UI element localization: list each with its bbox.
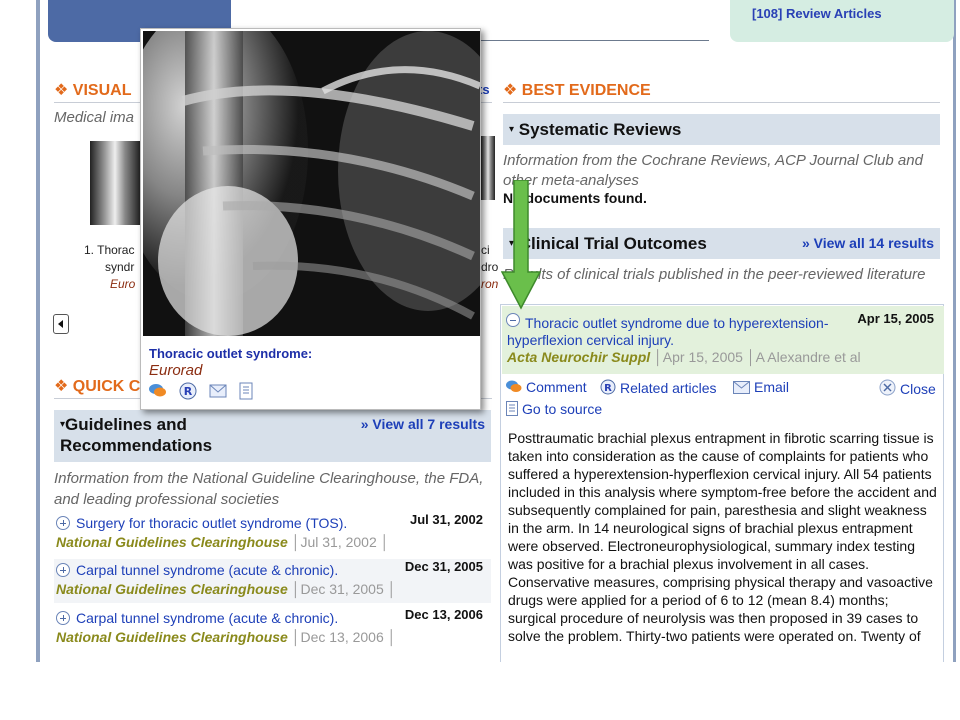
email-label: Email (754, 379, 790, 395)
guideline-title-link[interactable]: Surgery for thoracic outlet syndrome (TO… (76, 515, 347, 531)
guideline-meta: National Guidelines Clearinghouse │Dec 3… (56, 581, 397, 597)
visual-caption-2-line2: dro (481, 260, 499, 274)
svg-text:R: R (604, 383, 612, 394)
visual-caption-1-line1: 1. Thorac (84, 243, 135, 257)
guidelines-header: ▾Guidelines and Recommendations » View a… (54, 410, 491, 462)
guideline-source: National Guidelines Clearinghouse (56, 534, 288, 550)
guideline-title-link[interactable]: Carpal tunnel syndrome (acute & chronic)… (76, 562, 338, 578)
clinical-trials-label: Clinical Trial Outcomes (518, 234, 707, 253)
systematic-description: Information from the Cochrane Reviews, A… (503, 152, 923, 189)
systematic-reviews-label: Systematic Reviews (518, 120, 682, 139)
quick-section-title: ❖ QUICK C (54, 378, 141, 395)
related-articles-icon: R (600, 379, 616, 395)
best-evidence-rule (503, 102, 940, 103)
expand-plus-icon[interactable] (56, 516, 70, 530)
article-title-link[interactable]: Thoracic outlet syndrome due to hyperext… (507, 315, 862, 349)
article-journal: Acta Neurochir Suppl (507, 349, 651, 365)
document-icon (506, 401, 518, 416)
guideline-item: Surgery for thoracic outlet syndrome (TO… (54, 512, 491, 556)
guidelines-view-all-link[interactable]: » View all 7 results (361, 416, 485, 432)
expand-plus-icon[interactable] (56, 611, 70, 625)
guideline-meta-date: Dec 13, 2006 (300, 629, 384, 645)
clinical-trials-header: ▾ Clinical Trial Outcomes » View all 14 … (503, 228, 940, 259)
guideline-item: Carpal tunnel syndrome (acute & chronic)… (54, 559, 491, 603)
guideline-date: Jul 31, 2002 (410, 512, 483, 527)
guidelines-header-title[interactable]: ▾Guidelines and Recommendations (60, 414, 212, 456)
guidelines-title-line2: Recommendations (60, 436, 213, 455)
comment-icon (506, 380, 522, 392)
visual-thumbnail-1[interactable] (90, 141, 140, 225)
carousel-prev-button[interactable] (53, 314, 69, 334)
visual-thumbnail-2[interactable] (481, 136, 495, 200)
clinical-view-all-link[interactable]: » View all 14 results (802, 235, 934, 251)
expand-plus-icon[interactable] (56, 563, 70, 577)
article-date: Apr 15, 2005 (857, 311, 934, 326)
systematic-reviews-title[interactable]: ▾ Systematic Reviews (509, 119, 681, 140)
guideline-source: National Guidelines Clearinghouse (56, 629, 288, 645)
comment-icon[interactable] (149, 382, 167, 400)
visual-caption-1-line2: syndr (105, 260, 135, 274)
guidelines-description: Information from the National Guideline … (54, 470, 484, 508)
guideline-source: National Guidelines Clearinghouse (56, 581, 288, 597)
guideline-meta: National Guidelines Clearinghouse │Jul 3… (56, 534, 390, 550)
visual-description: Medical ima (54, 109, 135, 126)
popup-source: Eurorad (149, 362, 203, 379)
xray-graphic (143, 31, 480, 336)
visual-source-1: Euro (110, 277, 136, 291)
email-icon (733, 381, 750, 394)
guideline-item: Carpal tunnel syndrome (acute & chronic)… (54, 607, 491, 651)
go-to-source-label: Go to source (522, 401, 603, 417)
page-frame-right (953, 0, 956, 662)
close-label: Close (900, 381, 936, 397)
go-to-source-button[interactable]: Go to source (506, 401, 602, 417)
visual-source-2: ron (481, 277, 499, 291)
related-articles-label: Related articles (620, 380, 717, 396)
article-authors: A Alexandre et al (755, 349, 861, 365)
article-detail-header: Thoracic outlet syndrome due to hyperext… (502, 306, 944, 374)
best-evidence-title: ❖ BEST EVIDENCE (503, 82, 651, 99)
guideline-meta-date: Dec 31, 2005 (300, 581, 384, 597)
comment-label: Comment (526, 379, 587, 395)
xray-image[interactable] (143, 31, 480, 336)
email-button[interactable]: Email (733, 379, 789, 395)
guidelines-title-line1: Guidelines and (65, 415, 187, 434)
guideline-title-link[interactable]: Carpal tunnel syndrome (acute & chronic)… (76, 610, 338, 626)
related-articles-button[interactable]: R Related articles (600, 379, 717, 396)
down-arrow-annotation (501, 180, 541, 310)
visual-caption-2-line1: ci (481, 243, 490, 257)
article-meta-date: Apr 15, 2005 (662, 349, 743, 365)
visual-section-title: ❖ VISUAL (54, 82, 132, 99)
guideline-meta-date: Jul 31, 2002 (300, 534, 377, 550)
page-frame-left (36, 0, 40, 662)
guideline-date: Dec 13, 2006 (404, 607, 483, 622)
related-articles-icon[interactable]: R (179, 382, 197, 400)
popup-title: Thoracic outlet syndrome: (149, 346, 313, 361)
image-preview-popup: Thoracic outlet syndrome: Eurorad R (140, 28, 481, 410)
systematic-reviews-header: ▾ Systematic Reviews (503, 114, 940, 145)
review-articles-link[interactable]: [108] Review Articles (752, 6, 882, 21)
article-meta: Acta Neurochir Suppl │Apr 15, 2005 │A Al… (507, 349, 861, 365)
comment-button[interactable]: Comment (506, 379, 587, 395)
svg-text:R: R (184, 385, 193, 398)
document-icon[interactable] (237, 382, 255, 400)
guideline-date: Dec 31, 2005 (404, 559, 483, 574)
guideline-meta: National Guidelines Clearinghouse │Dec 1… (56, 629, 397, 645)
close-button[interactable]: Close (879, 379, 936, 397)
clinical-description: Results of clinical trials published in … (503, 266, 926, 283)
article-abstract: Posttraumatic brachial plexus entrapment… (508, 430, 937, 644)
close-icon (879, 379, 896, 396)
review-articles-panel: [108] Review Articles (730, 0, 954, 42)
email-icon[interactable] (209, 382, 227, 400)
article-detail-panel: Thoracic outlet syndrome due to hyperext… (500, 304, 944, 662)
collapse-toggle-icon[interactable]: ▾ (509, 124, 514, 135)
